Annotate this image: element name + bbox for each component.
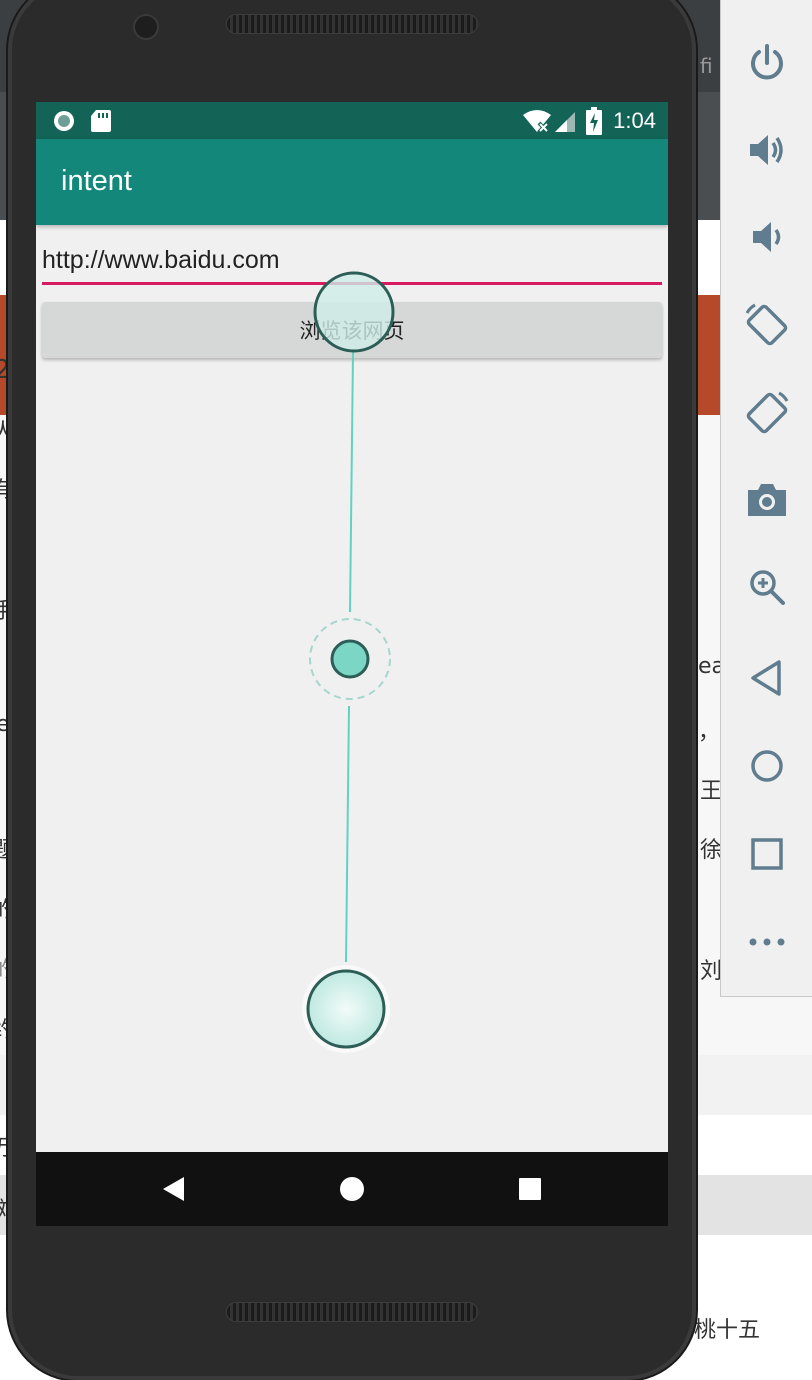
background-text: 王 xyxy=(700,779,723,804)
top-speaker xyxy=(226,14,478,34)
battery-charging-icon xyxy=(586,107,602,135)
zoom-button[interactable] xyxy=(721,552,812,622)
home-icon[interactable] xyxy=(339,1176,365,1202)
volume-down-icon xyxy=(753,222,781,252)
volume-up-icon xyxy=(750,135,783,165)
front-camera xyxy=(133,14,159,40)
cell-signal-icon xyxy=(555,112,575,132)
back-button[interactable] xyxy=(721,643,812,713)
rotate-right-button[interactable] xyxy=(721,378,812,448)
app-bar: intent xyxy=(36,139,668,225)
home-icon xyxy=(751,750,783,782)
status-time: 1:04 xyxy=(613,108,656,133)
power-icon xyxy=(751,44,783,80)
rotate-left-button[interactable] xyxy=(721,290,812,360)
volume-up-button[interactable] xyxy=(721,115,812,185)
emulator-side-toolbar xyxy=(720,0,812,997)
background-text: 刘 xyxy=(700,959,723,984)
zoom-icon xyxy=(750,570,785,605)
background-text: ， xyxy=(698,720,721,745)
navigation-bar xyxy=(36,1152,668,1226)
sd-card-icon xyxy=(91,110,111,132)
status-bar: 1:04 xyxy=(36,102,668,139)
power-button[interactable] xyxy=(721,28,812,98)
circle-notification-icon xyxy=(54,111,74,131)
more-button[interactable] xyxy=(721,907,812,977)
rotate-right-icon xyxy=(746,391,789,434)
volume-down-button[interactable] xyxy=(721,202,812,272)
phone-screen: 1:04 intent 浏览该网页 xyxy=(36,102,668,1226)
url-input[interactable] xyxy=(42,238,662,285)
app-title: intent xyxy=(61,165,132,197)
recents-icon[interactable] xyxy=(518,1177,542,1201)
screenshot-button[interactable] xyxy=(721,465,812,535)
more-icon xyxy=(749,938,785,946)
overview-icon xyxy=(751,838,783,870)
wifi-off-icon xyxy=(523,110,551,133)
overview-button[interactable] xyxy=(721,819,812,889)
browse-webpage-button[interactable]: 浏览该网页 xyxy=(42,302,662,358)
home-button[interactable] xyxy=(721,731,812,801)
back-icon xyxy=(751,660,781,696)
bottom-speaker xyxy=(226,1302,478,1322)
camera-icon xyxy=(748,484,786,516)
background-text: fi xyxy=(700,54,713,78)
rotate-left-icon xyxy=(745,303,788,346)
back-icon[interactable] xyxy=(162,1176,186,1202)
background-text: 徐 xyxy=(700,838,723,863)
